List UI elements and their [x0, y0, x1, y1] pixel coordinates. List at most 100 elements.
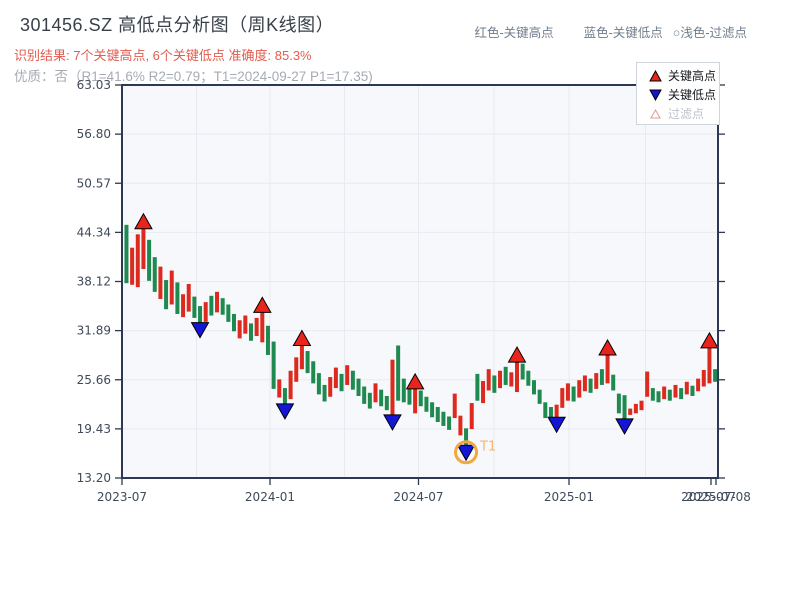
week-bar [203, 302, 208, 322]
y-tick-label: 63.03 [77, 78, 111, 92]
week-bar [577, 380, 582, 398]
triangle-up-red-icon [648, 69, 662, 82]
week-bar [328, 377, 333, 397]
chart-legend: 关键高点 关键低点 过滤点 [636, 62, 720, 125]
week-bar [181, 294, 186, 318]
week-bar [390, 359, 395, 415]
week-bar [401, 378, 406, 403]
legend-label: 关键低点 [668, 88, 717, 102]
triangle-up-outline-icon [648, 108, 662, 119]
week-bar [135, 234, 140, 288]
legend-item-key-low: 关键低点 [637, 85, 719, 104]
week-bar [379, 389, 384, 407]
week-bar [667, 389, 672, 401]
week-bar [158, 266, 163, 299]
week-bar [424, 396, 429, 412]
week-bar [645, 371, 650, 397]
week-bar [560, 388, 565, 408]
week-bar [356, 378, 361, 396]
week-bar [260, 312, 265, 343]
week-bar [350, 370, 355, 390]
week-bar [713, 369, 718, 382]
y-tick-label: 38.12 [77, 275, 111, 289]
legend-item-filter: 过滤点 [637, 104, 719, 123]
week-bar [684, 381, 689, 395]
week-bar [294, 357, 299, 382]
week-bar [565, 383, 570, 401]
week-bar [396, 345, 401, 401]
week-bar [554, 404, 559, 418]
y-tick-label: 25.66 [77, 373, 111, 387]
week-bar [237, 320, 242, 339]
week-bar [633, 403, 638, 414]
week-bar [175, 282, 180, 314]
week-bar [673, 384, 678, 398]
t1-label: T1 [479, 439, 496, 454]
week-bar [248, 323, 253, 341]
week-bar [486, 369, 491, 391]
week-bar [243, 315, 248, 334]
week-bar [124, 224, 129, 284]
week-bar [696, 378, 701, 392]
week-bar [492, 375, 497, 393]
week-bar [650, 388, 655, 401]
week-bar [215, 291, 220, 313]
legend-label: 关键高点 [668, 69, 717, 83]
week-bar [232, 313, 236, 332]
week-bar [588, 378, 593, 393]
week-bar [656, 391, 661, 403]
week-bar [679, 388, 684, 400]
triangle-down-blue-icon [648, 89, 662, 101]
week-bar [299, 345, 304, 370]
week-bar [130, 247, 135, 285]
week-bar [498, 370, 503, 389]
week-bar [430, 402, 435, 418]
week-bar [509, 372, 514, 387]
week-bar [305, 351, 310, 374]
week-bar [571, 386, 576, 402]
week-bar [526, 370, 531, 386]
week-bar [413, 388, 418, 414]
week-bar [435, 407, 440, 423]
week-bar [622, 395, 627, 419]
week-bar [458, 415, 463, 436]
week-bar [169, 270, 174, 305]
week-bar [141, 228, 146, 269]
x-tick-label: 2023-07 [97, 490, 147, 504]
week-bar [192, 296, 197, 318]
week-bar [316, 373, 321, 395]
week-bar [198, 306, 203, 323]
week-bar [611, 374, 616, 391]
y-tick-label: 44.34 [77, 225, 111, 239]
y-tick-label: 19.43 [77, 422, 111, 436]
y-tick-label: 13.20 [77, 471, 111, 485]
week-bar [373, 383, 378, 403]
week-bar [186, 283, 191, 312]
week-bar [418, 390, 423, 407]
y-tick-label: 31.89 [77, 324, 111, 338]
week-bar [503, 366, 508, 385]
week-bar [209, 295, 214, 316]
week-bar [367, 392, 372, 409]
week-bar [339, 373, 344, 392]
week-bar [628, 408, 633, 415]
week-bar [311, 361, 316, 384]
week-bar [147, 239, 152, 281]
legend-item-key-high: 关键高点 [637, 66, 719, 85]
week-bar [616, 393, 621, 414]
week-bar [322, 384, 327, 402]
week-bar [277, 379, 282, 398]
week-bar [282, 388, 287, 404]
week-bar [481, 380, 486, 404]
week-bar [384, 395, 389, 411]
week-bar [271, 341, 276, 389]
week-bar [265, 325, 270, 355]
week-bar [226, 304, 231, 322]
x-tick-label: 2025-01 [544, 490, 594, 504]
week-bar [531, 380, 536, 395]
week-bar [582, 375, 587, 392]
week-bar [345, 365, 350, 385]
week-bar [288, 370, 293, 400]
week-bar [164, 280, 169, 310]
week-bar [537, 389, 542, 404]
